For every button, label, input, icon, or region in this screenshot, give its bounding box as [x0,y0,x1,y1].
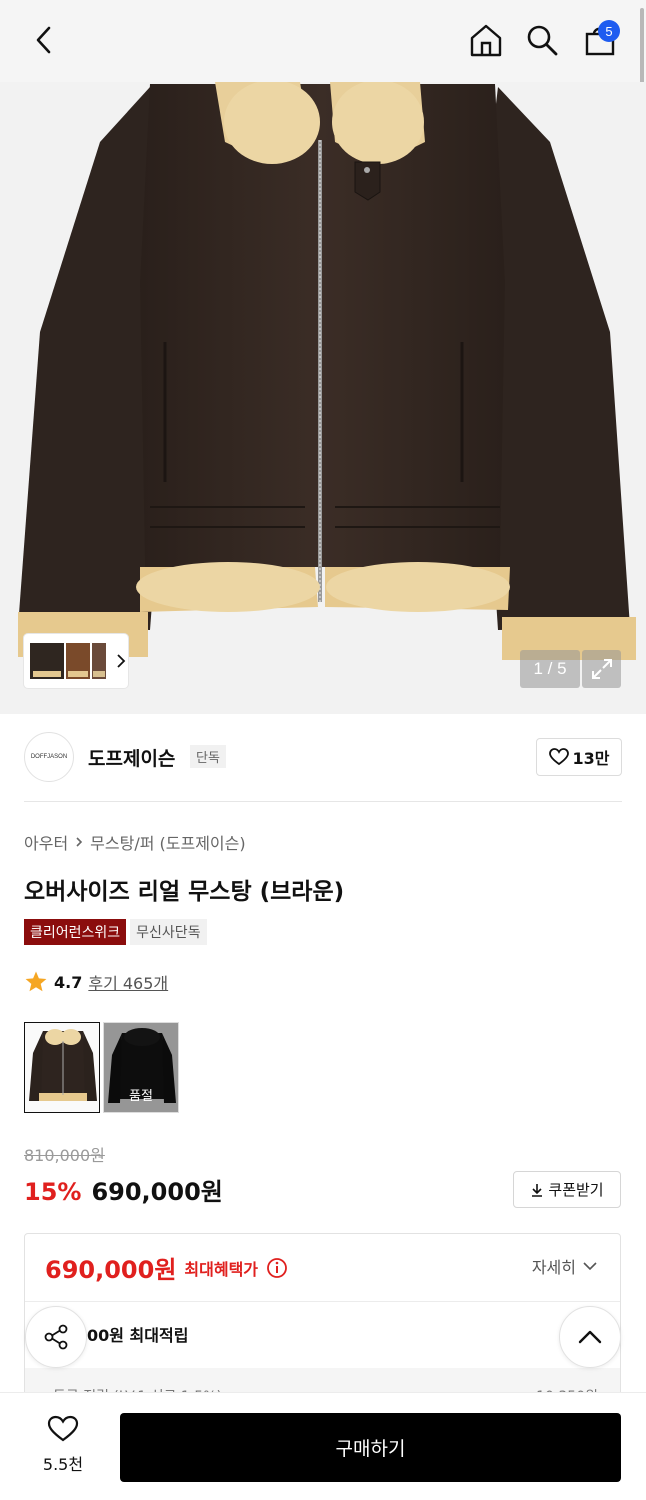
star-icon [25,971,47,992]
coupon-button[interactable]: 쿠폰받기 [513,1171,621,1208]
brand-like-button[interactable]: 13만 [536,738,622,776]
clearance-tag: 클리어런스위크 [24,919,127,945]
product-image[interactable] [0,82,646,714]
search-icon[interactable] [522,18,562,62]
discount-rate: 15% [24,1178,82,1206]
jacket-thumbnails [30,643,106,679]
breadcrumb-subcategory[interactable]: 무스탕/퍼 (도프제이슨) [90,830,245,854]
divider [25,1301,620,1302]
product-title: 오버사이즈 리얼 무스탕 (브라운) [24,879,345,905]
back-icon[interactable] [24,18,64,62]
product-tags: 클리어런스위크 무신사단독 [24,919,207,945]
bottom-action-bar: 5.5천 구매하기 [0,1392,646,1500]
max-benefit-label: 최대혜택가 [184,1259,259,1279]
chevron-right-icon [76,837,83,847]
chevron-up-icon [578,1330,602,1344]
soldout-label: 품절 [129,1089,153,1104]
color-option-black[interactable]: 품절 [103,1022,179,1113]
chevron-right-icon [117,654,126,668]
expand-icon[interactable] [582,650,621,688]
color-option-brown[interactable] [24,1022,100,1113]
max-benefit-price: 690,000원 [45,1256,177,1284]
review-count-link[interactable]: 후기 465개 [88,970,168,994]
cart-count-badge: 5 [598,20,620,42]
jacket-illustration [18,82,636,660]
exclusive-tag: 무신사단독 [130,919,207,945]
original-price: 810,000원 [24,1146,105,1165]
download-icon [532,1183,543,1197]
brand-logo-text: DOFFJASON [30,754,68,760]
home-icon[interactable] [466,18,506,62]
top-bar: 5 [0,0,646,104]
detail-label: 자세히 [531,1258,576,1277]
image-counter: 1 / 5 [520,650,580,688]
brand-like-count: 13만 [572,749,610,768]
max-benefit-row: 690,000원 최대혜택가 [45,1250,288,1285]
sale-price: 690,000원 [91,1178,223,1206]
brand-logo[interactable]: DOFFJASON [24,732,74,782]
breadcrumb: 아우터 무스탕/퍼 (도프제이슨) [24,830,246,854]
buy-button[interactable]: 구매하기 [120,1413,621,1482]
coupon-label: 쿠폰받기 [548,1181,604,1199]
info-icon[interactable] [266,1257,288,1279]
brand-name[interactable]: 도프제이슨 [88,744,175,771]
color-thumbnail-strip[interactable] [24,634,128,688]
wishlist-button[interactable]: 5.5천 [30,1415,96,1475]
divider [24,801,622,802]
wishlist-count: 5.5천 [42,1455,84,1474]
share-icon [44,1324,68,1350]
brand-row: DOFFJASON 도프제이슨 단독 13만 [24,730,622,786]
benefit-detail-toggle[interactable]: 자세히 [532,1254,598,1278]
rating-row: 4.7 후기 465개 [24,970,168,994]
share-button[interactable] [25,1306,87,1368]
brown-jacket-thumbnail [25,1023,99,1112]
heart-icon [47,1415,79,1442]
chevron-down-icon [583,1262,597,1271]
exclusive-tag: 단독 [190,745,226,768]
points-row: 00원 최대적립 [87,1326,189,1345]
breadcrumb-category[interactable]: 아우터 [24,830,68,854]
price-row: 15% 690,000원 [24,1172,223,1207]
scroll-top-button[interactable] [559,1306,621,1368]
heart-icon [548,748,569,766]
rating-score: 4.7 [54,972,83,992]
